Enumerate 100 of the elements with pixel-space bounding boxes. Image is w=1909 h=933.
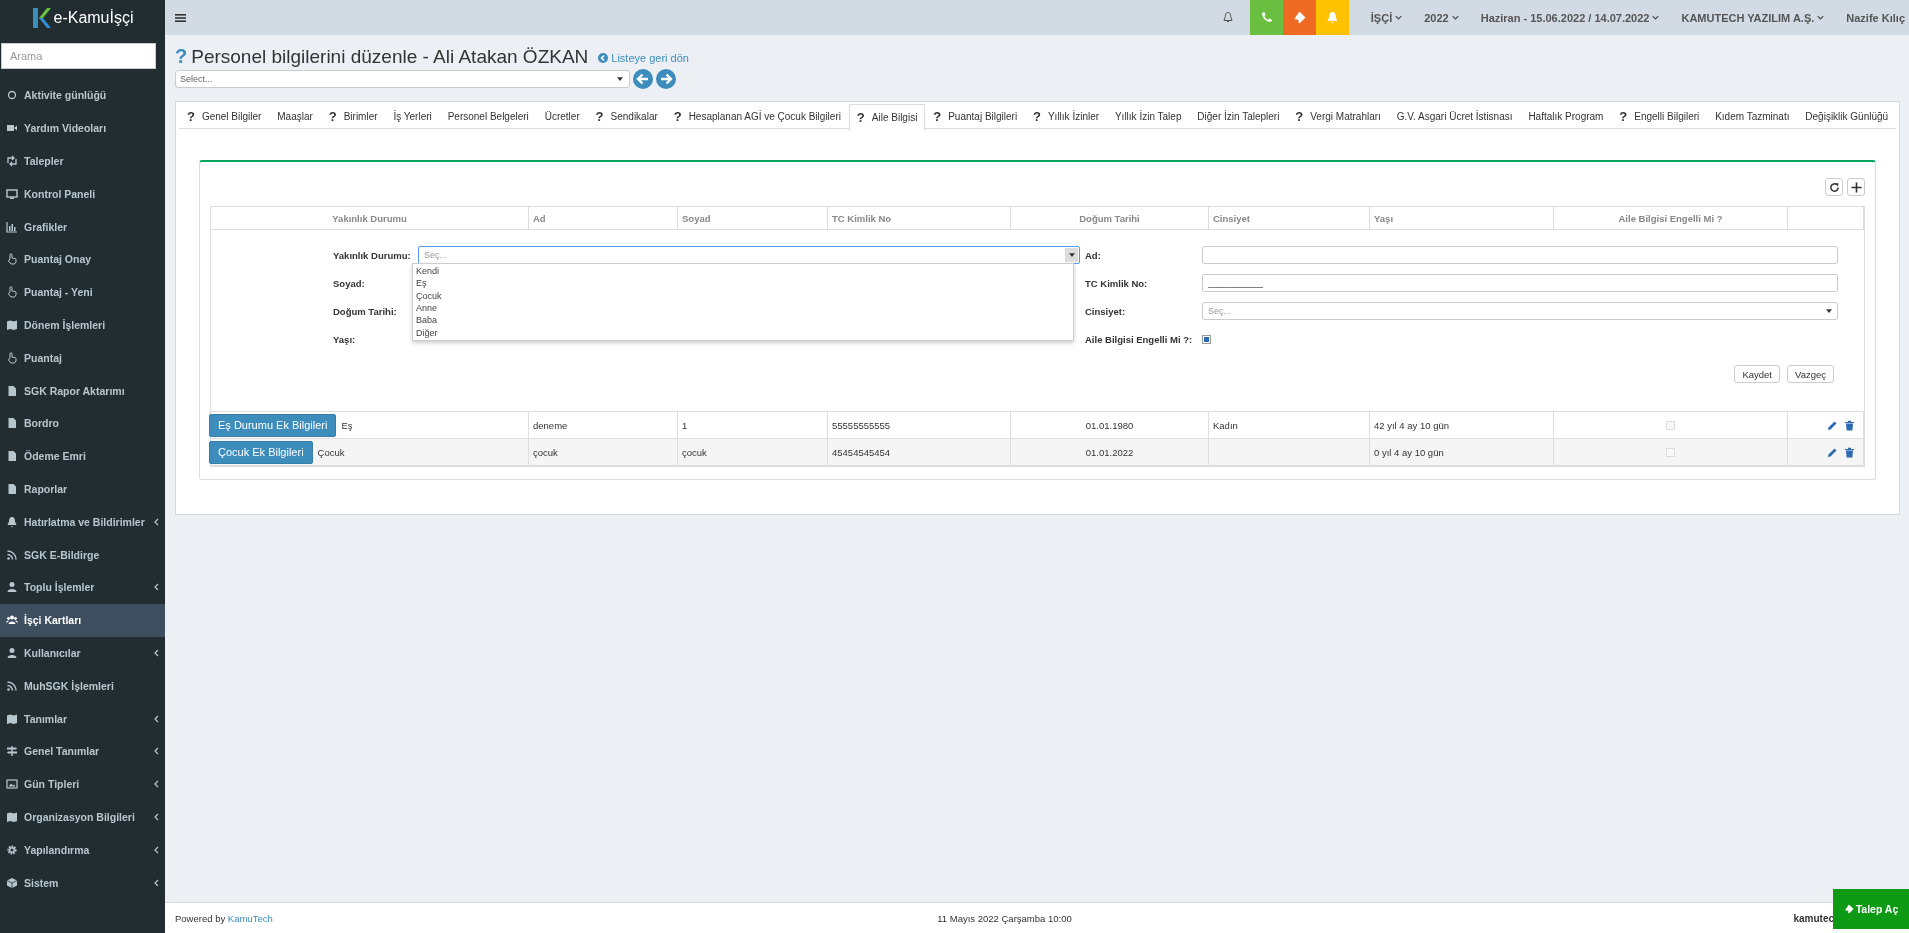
tab[interactable]: ? Puantaj Bilgileri xyxy=(925,104,1026,128)
sidebar-item[interactable]: Dönem İşlemleri xyxy=(0,308,165,342)
sidebar-item[interactable]: Talepler xyxy=(0,144,165,178)
notification-button[interactable] xyxy=(1282,0,1316,35)
footer-brand: kamutec xyxy=(1792,912,1835,924)
search-field[interactable]: Arama xyxy=(1,43,156,69)
sidebar-item[interactable]: MuhSGK İşlemleri xyxy=(0,669,165,703)
monitor-icon xyxy=(6,187,18,200)
tab[interactable]: Haftalık Program xyxy=(1520,104,1612,128)
tab[interactable]: Ücretler xyxy=(536,104,588,128)
table-cell: çocuk xyxy=(533,446,558,458)
tab[interactable]: Kıdem Tazminatı xyxy=(1707,104,1798,128)
tab[interactable]: ? Vergi Matrahları xyxy=(1287,104,1389,128)
map-icon xyxy=(6,712,18,725)
sidebar-item[interactable]: Yapılandırma xyxy=(0,833,165,867)
text-field[interactable] xyxy=(1202,246,1838,264)
file-icon xyxy=(6,417,18,430)
delete-icon[interactable] xyxy=(1844,419,1855,431)
tab[interactable]: ? Yıllık İzinler xyxy=(1025,104,1107,128)
sidebar-item[interactable]: Genel Tanımlar xyxy=(0,734,165,768)
sidebar-item[interactable]: Sistem xyxy=(0,866,165,899)
sidebar-item[interactable]: SGK E-Bildirge xyxy=(0,538,165,571)
dropdown-menu[interactable]: 2022 xyxy=(1424,11,1459,24)
edit-icon[interactable] xyxy=(1827,446,1838,458)
sidebar-item[interactable]: Puantaj - Yeni xyxy=(0,275,165,309)
sidebar-item[interactable]: Organizasyon Bilgileri xyxy=(0,800,165,834)
tab[interactable]: Personel Belgeleri xyxy=(439,104,537,128)
tab[interactable]: Diğer İzin Talepleri xyxy=(1189,104,1288,128)
tab[interactable]: Yıllık İzin Talep xyxy=(1107,104,1190,128)
dropdown-menu[interactable]: Haziran - 15.06.2022 / 14.07.2022 xyxy=(1480,11,1660,24)
dropdown-menu[interactable]: KAMUTECH YAZILIM A.Ş. xyxy=(1681,11,1825,24)
text-field[interactable]: ___________ xyxy=(1202,274,1838,292)
sidebar-item[interactable]: Aktivite günlüğü xyxy=(0,79,165,112)
tab[interactable]: ? Aile Bilgisi xyxy=(848,104,926,130)
tab[interactable]: ? Sendikalar xyxy=(587,104,666,128)
form-button[interactable]: Kaydet xyxy=(1734,365,1780,383)
sidebar-item[interactable]: Grafikler xyxy=(0,210,165,243)
user-name[interactable]: Nazife Kılıç xyxy=(1846,11,1905,24)
table-cell: 1 xyxy=(682,419,688,431)
sidebar-item[interactable]: İşçi Kartları xyxy=(0,603,165,637)
dropdown-option[interactable]: Kendi xyxy=(416,265,1073,278)
bell-icon[interactable] xyxy=(1221,11,1234,24)
sidebar-item[interactable]: Kullanıcılar xyxy=(0,636,165,670)
tab[interactable]: G.V. Asgari Ücret İstisnası xyxy=(1388,104,1521,128)
tab[interactable]: İş Yerleri xyxy=(385,104,440,128)
table-cell: 55555555555 xyxy=(832,419,891,431)
checkbox[interactable] xyxy=(1202,334,1211,344)
chevron-down-icon xyxy=(1817,15,1825,20)
chevron-down-icon xyxy=(1395,15,1403,20)
tab[interactable]: ? Birimler xyxy=(320,104,386,128)
map-icon xyxy=(6,810,18,823)
arrow-left-icon[interactable] xyxy=(633,69,653,89)
dropdown-option[interactable]: Baba xyxy=(416,314,1073,327)
select-field[interactable]: Select... xyxy=(175,70,630,88)
app-logo: e-Kamuİşçi xyxy=(53,8,134,27)
caret-icon xyxy=(1826,309,1832,313)
table-cell: 45454545454 xyxy=(832,446,891,458)
add-button[interactable] xyxy=(1847,178,1865,196)
sidebar-item[interactable]: SGK Rapor Aktarımı xyxy=(0,374,165,407)
tab[interactable]: ? Hesaplanan AGİ ve Çocuk Bilgileri xyxy=(665,104,849,128)
sidebar-item[interactable]: Tanımlar xyxy=(0,702,165,735)
hand-icon xyxy=(6,351,18,364)
sidebar-item[interactable]: Toplu İşlemler xyxy=(0,570,165,604)
sidebar-item[interactable]: Puantaj Onay xyxy=(0,243,165,276)
tab[interactable]: ? Engelli Bilgileri xyxy=(1611,104,1708,128)
notification-button[interactable] xyxy=(1315,0,1349,35)
tab[interactable]: Değişiklik Günlüğü xyxy=(1797,104,1897,128)
arrow-right-icon[interactable] xyxy=(656,69,676,89)
sidebar-item[interactable]: Bordro xyxy=(0,406,165,440)
footer-text: Powered by KamuTech xyxy=(175,912,274,924)
circle-icon xyxy=(6,89,18,102)
refresh-button[interactable] xyxy=(1825,178,1843,196)
details-button[interactable]: Eş Durumu Ek Bilgileri xyxy=(209,413,337,437)
page-title: Personel bilgilerini düzenle - Ali Atakan ÖZKAN xyxy=(191,46,589,68)
edit-icon[interactable] xyxy=(1827,419,1838,431)
request-button[interactable]: Talep Aç xyxy=(1833,889,1909,929)
details-button[interactable]: Çocuk Ek Bilgileri xyxy=(209,440,313,464)
sidebar-item[interactable]: Yardım Videoları xyxy=(0,111,165,145)
dropdown-option[interactable]: Anne xyxy=(416,301,1073,315)
sidebar-item[interactable]: Kontrol Paneli xyxy=(0,177,165,211)
dropdown-option[interactable]: Çocuk xyxy=(416,289,1073,302)
sidebar-item[interactable]: Hatırlatma ve Bildirimler xyxy=(0,505,165,539)
dropdown-option[interactable]: Eş xyxy=(416,277,1073,290)
dropdown-option[interactable]: Diğer xyxy=(416,326,1073,339)
sidebar-item[interactable]: Puantaj xyxy=(0,341,165,375)
chevron-down-icon xyxy=(1451,15,1459,20)
sidebar-item[interactable]: Gün Tipleri xyxy=(0,767,165,801)
form-label: TC Kimlik No: xyxy=(1085,277,1149,289)
sidebar-item[interactable]: Raporlar xyxy=(0,472,165,506)
dropdown-menu[interactable]: İŞÇİ xyxy=(1370,11,1403,24)
sidebar-item[interactable]: Ödeme Emri xyxy=(0,439,165,473)
delete-icon[interactable] xyxy=(1844,446,1855,458)
refresh-icon xyxy=(1828,181,1840,193)
tab[interactable]: ? Genel Bilgiler xyxy=(179,104,270,128)
table-cell: Çocuk xyxy=(317,446,345,458)
footer-link[interactable]: KamuTech xyxy=(227,912,273,924)
hand-icon xyxy=(6,286,18,299)
form-button[interactable]: Vazgeç xyxy=(1787,365,1834,383)
menu-icon[interactable] xyxy=(175,12,186,23)
tab[interactable]: Maaşlar xyxy=(269,104,321,128)
